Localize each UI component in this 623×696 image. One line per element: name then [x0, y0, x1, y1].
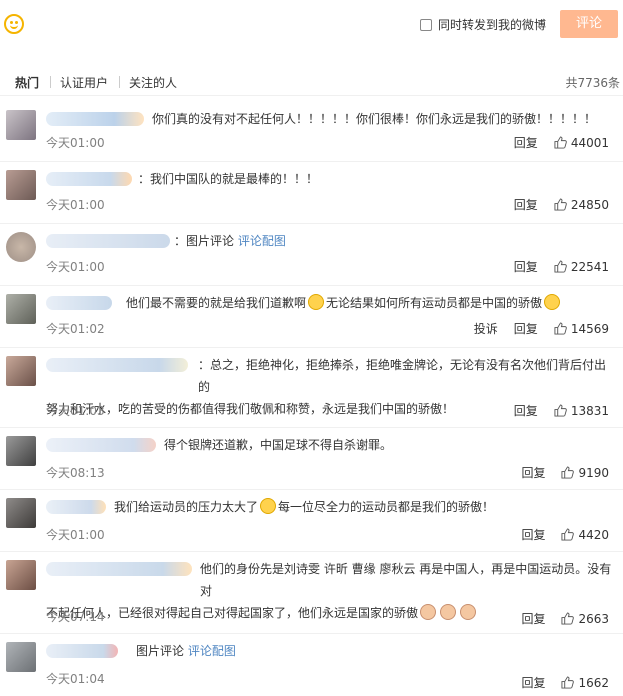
- repost-label: 同时转发到我的微博: [438, 18, 547, 32]
- comment-text: 我们给运动员的压力太大了 每一位尽全力的运动员都是我们的骄傲！: [114, 496, 617, 518]
- like-count: 9190: [578, 465, 609, 480]
- username-blurred[interactable]: [46, 172, 132, 186]
- comment-filter-tabs: 热门 认证用户 关注的人 共7736条: [0, 70, 623, 96]
- reply-button[interactable]: 回复: [514, 258, 538, 275]
- reply-button[interactable]: 回复: [514, 402, 538, 419]
- comment-text: ：图片评论 评论配图: [174, 230, 617, 252]
- comment-text-part: 每一位尽全力的运动员都是我们的骄傲！: [278, 500, 495, 514]
- username-blurred[interactable]: [46, 234, 170, 248]
- monkey-emoji-icon: [460, 604, 477, 620]
- thumbs-up-icon[interactable]: [554, 136, 567, 149]
- username-blurred[interactable]: [46, 500, 106, 514]
- like-count: 44001: [570, 135, 609, 150]
- reply-button[interactable]: 回复: [521, 674, 545, 691]
- username-blurred[interactable]: [46, 296, 112, 310]
- comment-text-part: 无论结果如何所有运动员都是中国的骄傲: [326, 296, 543, 310]
- comment-item: ：总之，拒绝神化，拒绝捧杀，拒绝唯金牌论，无论有没有名次他们背后付出的 努力和汗…: [0, 348, 623, 428]
- comment-total-count: 共7736条: [565, 76, 620, 90]
- comment-time: 今天01:04: [46, 672, 105, 686]
- avatar[interactable]: [6, 356, 36, 386]
- comment-time: 今天07:14: [46, 610, 105, 624]
- like-count: 13831: [570, 403, 609, 418]
- comment-text: ：我们中国队的就是最棒的！！！: [138, 172, 319, 186]
- comment-text: 他们最不需要的就是给我们道歉啊 无论结果如何所有运动员都是中国的骄傲: [126, 292, 617, 314]
- comment-item: 我们给运动员的压力太大了 每一位尽全力的运动员都是我们的骄傲！ 今天01:00 回…: [0, 490, 623, 552]
- picture-comment-label: ：图片评论: [174, 234, 235, 248]
- picture-comment-label: 图片评论: [136, 644, 185, 658]
- comment-text: 你们真的没有对不起任何人！！！！！你们很棒！你们永远是我们的骄傲！！！！！: [152, 112, 597, 126]
- like-count: 2663: [578, 611, 609, 626]
- like-count: 14569: [570, 321, 609, 336]
- comment-item: ：图片评论 评论配图 今天01:00 回复 22541: [0, 224, 623, 286]
- comment-time: 今天01:00: [46, 260, 105, 274]
- avatar[interactable]: [6, 560, 36, 590]
- thumbs-up-icon[interactable]: [561, 612, 575, 625]
- avatar[interactable]: [6, 498, 36, 528]
- like-count: 1662: [578, 675, 609, 690]
- avatar[interactable]: [6, 110, 36, 140]
- avatar[interactable]: [6, 294, 36, 324]
- comment-text: 图片评论 评论配图: [136, 640, 617, 662]
- like-count: 22541: [570, 259, 609, 274]
- tab-divider: [50, 76, 51, 88]
- comment-text-line: 他们的身份先是刘诗雯 许昕 曹缘 廖秋云 再是中国人，再是中国运动员。没有对: [200, 562, 612, 598]
- thumbs-up-icon[interactable]: [561, 676, 575, 689]
- comment-time: 今天01:00: [46, 528, 105, 542]
- report-button[interactable]: 投诉: [474, 320, 498, 337]
- emoji-picker-icon[interactable]: [4, 14, 24, 34]
- comment-text: 得个银牌还道歉，中国足球不得自杀谢罪。: [164, 438, 393, 452]
- repost-checkbox[interactable]: [420, 18, 432, 31]
- comment-time: 今天01:02: [46, 322, 105, 336]
- monkey-emoji-icon: [440, 604, 457, 620]
- tab-divider: [119, 76, 120, 88]
- thumbs-up-icon[interactable]: [561, 528, 575, 541]
- comment-item: 你们真的没有对不起任何人！！！！！你们很棒！你们永远是我们的骄傲！！！！！ 今天…: [0, 102, 623, 162]
- username-blurred[interactable]: [46, 644, 118, 658]
- avatar[interactable]: [6, 436, 36, 466]
- reply-button[interactable]: 回复: [521, 526, 545, 543]
- comment-item: 他们最不需要的就是给我们道歉啊 无论结果如何所有运动员都是中国的骄傲 今天01:0…: [0, 286, 623, 348]
- like-count: 24850: [570, 197, 609, 212]
- comment-image-link[interactable]: 评论配图: [188, 644, 236, 658]
- thumbs-up-icon[interactable]: [554, 198, 567, 211]
- comment-image-link[interactable]: 评论配图: [238, 234, 286, 248]
- comment-time: 今天08:13: [46, 466, 105, 480]
- comment-item: ：我们中国队的就是最棒的！！！ 今天01:00 回复 24850: [0, 162, 623, 224]
- avatar[interactable]: [6, 642, 36, 672]
- thumbs-up-icon[interactable]: [554, 322, 567, 335]
- comment-item: 得个银牌还道歉，中国足球不得自杀谢罪。 今天08:13 回复 9190: [0, 428, 623, 490]
- tab-hot[interactable]: 热门: [15, 74, 39, 91]
- thumbs-up-icon[interactable]: [554, 404, 567, 417]
- crying-emoji-icon: [260, 498, 277, 514]
- comment-time: 今天01:00: [46, 136, 105, 150]
- comment-text-part: 我们给运动员的压力太大了: [114, 500, 259, 514]
- thumbs-up-icon[interactable]: [561, 466, 575, 479]
- comment-item: 图片评论 评论配图 今天01:04 回复 1662: [0, 634, 623, 696]
- username-blurred[interactable]: [46, 438, 156, 452]
- comment-item: 他们的身份先是刘诗雯 许昕 曹缘 廖秋云 再是中国人，再是中国运动员。没有对 不…: [0, 552, 623, 634]
- avatar[interactable]: [6, 170, 36, 200]
- like-count: 4420: [578, 527, 609, 542]
- reply-button[interactable]: 回复: [521, 464, 545, 481]
- reply-button[interactable]: 回复: [514, 320, 538, 337]
- doge-emoji-icon: [308, 294, 325, 310]
- monkey-emoji-icon: [420, 604, 437, 620]
- comment-text-line: ：总之，拒绝神化，拒绝捧杀，拒绝唯金牌论，无论有没有名次他们背后付出的: [198, 358, 607, 394]
- comment-time: 今天01:00: [46, 198, 105, 212]
- comment-composer-bar: 同时转发到我的微博 评论: [0, 0, 623, 48]
- doge-emoji-icon: [544, 294, 561, 310]
- comment-time: 今天01:03: [46, 404, 105, 418]
- tab-verified-users[interactable]: 认证用户: [60, 74, 108, 91]
- reply-button[interactable]: 回复: [514, 134, 538, 151]
- repost-option[interactable]: 同时转发到我的微博: [420, 16, 546, 33]
- reply-button[interactable]: 回复: [521, 610, 545, 627]
- thumbs-up-icon[interactable]: [554, 260, 567, 273]
- reply-button[interactable]: 回复: [514, 196, 538, 213]
- username-blurred[interactable]: [46, 112, 144, 126]
- submit-comment-button[interactable]: 评论: [560, 10, 618, 38]
- tab-following[interactable]: 关注的人: [129, 74, 177, 91]
- comment-text-part: 他们最不需要的就是给我们道歉啊: [126, 296, 307, 310]
- avatar[interactable]: [6, 232, 36, 262]
